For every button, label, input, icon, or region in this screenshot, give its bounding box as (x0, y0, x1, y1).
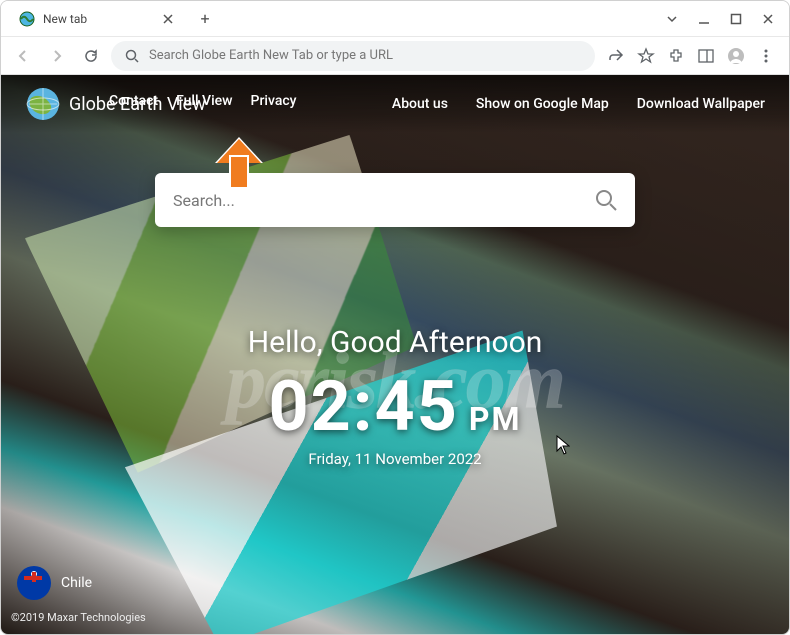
address-bar[interactable]: Search Globe Earth New Tab or type a URL (111, 41, 595, 71)
nav-link-wallpaper[interactable]: Download Wallpaper (637, 96, 765, 112)
search-button[interactable] (583, 179, 629, 221)
clock-time: 02:45 (268, 366, 458, 448)
flag-icon (17, 566, 51, 600)
chevron-down-icon[interactable] (665, 12, 679, 26)
page-header: Globe Earth View Contact Full View Priva… (1, 75, 789, 133)
location-block: Chile (17, 566, 92, 600)
search-icon (125, 49, 139, 63)
copyright-text: ©2019 Maxar Technologies (11, 611, 146, 624)
titlebar: New tab + (1, 1, 789, 37)
nav-link-privacy[interactable]: Privacy (251, 93, 297, 109)
close-icon[interactable] (761, 12, 775, 26)
profile-icon[interactable] (727, 47, 745, 65)
window-controls (665, 12, 789, 26)
nav-link-about[interactable]: About us (392, 96, 448, 112)
nav-link-fullview[interactable]: Full View (176, 93, 232, 109)
reload-button[interactable] (77, 42, 105, 70)
tab-favicon (19, 11, 35, 27)
menu-icon[interactable] (757, 47, 775, 65)
globe-logo-icon (25, 86, 61, 122)
location-name: Chile (61, 575, 92, 591)
toolbar-actions (601, 47, 781, 65)
tab-close-icon[interactable] (161, 12, 175, 26)
browser-window: New tab + Search Globe Earth New Tab or … (0, 0, 790, 635)
back-button[interactable] (9, 42, 37, 70)
browser-tab[interactable]: New tab (7, 2, 187, 36)
toolbar: Search Globe Earth New Tab or type a URL (1, 37, 789, 75)
tab-title: New tab (43, 12, 153, 26)
new-tab-button[interactable]: + (193, 7, 217, 31)
nav-link-contact[interactable]: Contact (109, 93, 158, 109)
maximize-icon[interactable] (729, 12, 743, 26)
forward-button[interactable] (43, 42, 71, 70)
mouse-cursor-icon (556, 435, 570, 455)
minimize-icon[interactable] (697, 12, 711, 26)
annotation-arrow-icon (217, 145, 259, 197)
greeting-text: Hello, Good Afternoon (1, 325, 789, 360)
header-left: Globe Earth View Contact Full View Priva… (25, 86, 206, 122)
share-icon[interactable] (607, 47, 625, 65)
clock-ampm: PM (469, 400, 522, 438)
nav-link-map[interactable]: Show on Google Map (476, 96, 609, 112)
omnibox-placeholder: Search Globe Earth New Tab or type a URL (149, 48, 393, 63)
greeting-block: Hello, Good Afternoon 02:45 PM Friday, 1… (1, 325, 789, 468)
bookmark-star-icon[interactable] (637, 47, 655, 65)
extensions-icon[interactable] (667, 47, 685, 65)
date-text: Friday, 11 November 2022 (1, 450, 789, 468)
clock: 02:45 PM (1, 366, 789, 448)
side-panel-icon[interactable] (697, 47, 715, 65)
header-nav: About us Show on Google Map Download Wal… (392, 96, 765, 112)
page-content: Globe Earth View Contact Full View Priva… (1, 75, 789, 634)
